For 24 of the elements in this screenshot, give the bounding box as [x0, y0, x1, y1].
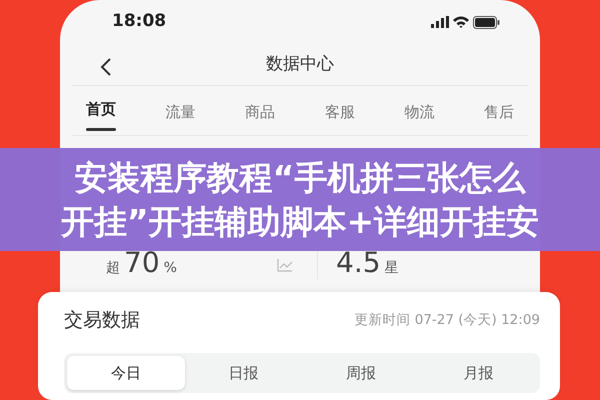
tab[interactable]: 首页	[86, 86, 116, 135]
period-tab[interactable]: 今日	[67, 356, 184, 390]
battery-icon	[473, 16, 500, 28]
tab[interactable]: 流量	[166, 86, 196, 135]
stat-unit: %	[164, 259, 177, 278]
period-tab[interactable]: 日报	[184, 356, 302, 390]
stat-prefix: 超	[106, 259, 120, 278]
tab[interactable]: 物流	[404, 86, 434, 135]
banner-headline: 开挂”开挂辅助脚本+详细开挂安	[60, 200, 540, 242]
banner-headline: 安装程序教程“手机拼三张怎么	[74, 156, 526, 198]
stat-value: 70	[124, 249, 160, 277]
tab[interactable]: 商品	[245, 86, 276, 135]
card-title: 交易数据	[64, 308, 140, 333]
signal-icon	[431, 16, 449, 28]
tab[interactable]: 客服	[324, 86, 355, 135]
stat-value: 4.5	[336, 249, 381, 277]
period-tab[interactable]: 周报	[302, 356, 420, 390]
wifi-icon	[453, 16, 469, 28]
update-time: 更新时间 07-27 (今天) 12:09	[354, 311, 540, 330]
tab[interactable]: 售后	[484, 86, 514, 135]
status-time: 18:08	[112, 10, 166, 34]
period-tab[interactable]: 月报	[420, 356, 537, 390]
page-title: 数据中心	[266, 52, 334, 76]
stat-unit: 星	[384, 259, 399, 278]
